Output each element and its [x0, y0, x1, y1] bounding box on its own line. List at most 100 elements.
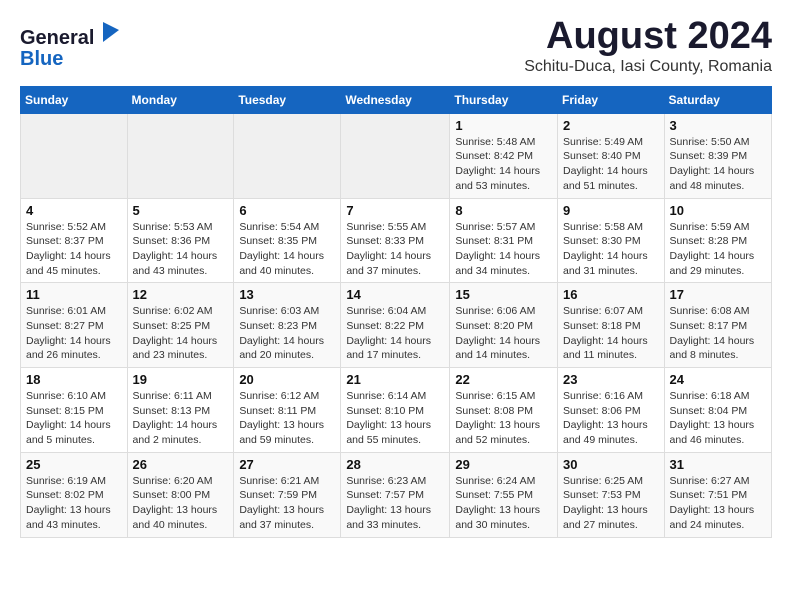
calendar-header-row: Sunday Monday Tuesday Wednesday Thursday…: [21, 86, 772, 113]
day-number: 29: [455, 457, 552, 472]
calendar-cell: [341, 113, 450, 198]
day-number: 31: [670, 457, 766, 472]
day-detail: Sunrise: 6:16 AM Sunset: 8:06 PM Dayligh…: [563, 389, 659, 448]
calendar-cell: 26Sunrise: 6:20 AM Sunset: 8:00 PM Dayli…: [127, 452, 234, 537]
calendar-cell: 6 Sunrise: 5:54 AM Sunset: 8:35 PM Daylig…: [234, 198, 341, 283]
calendar-cell: 1Sunrise: 5:48 AM Sunset: 8:42 PM Daylig…: [450, 113, 558, 198]
calendar-cell: 30 Sunrise: 6:25 AM Sunset: 7:53 PM Dayli…: [558, 452, 665, 537]
day-detail: Sunrise: 5:58 AM Sunset: 8:30 PM Dayligh…: [563, 220, 659, 279]
day-number: 3: [670, 118, 766, 133]
day-number: 17: [670, 287, 766, 302]
calendar-cell: 23Sunrise: 6:16 AM Sunset: 8:06 PM Dayli…: [558, 368, 665, 453]
day-detail: Sunrise: 6:10 AM Sunset: 8:15 PM Dayligh…: [26, 389, 122, 448]
header-monday: Monday: [127, 86, 234, 113]
calendar-table: Sunday Monday Tuesday Wednesday Thursday…: [20, 86, 772, 538]
calendar-cell: 29 Sunrise: 6:24 AM Sunset: 7:55 PM Dayli…: [450, 452, 558, 537]
calendar-cell: 8 Sunrise: 5:57 AM Sunset: 8:31 PM Daylig…: [450, 198, 558, 283]
day-number: 1: [455, 118, 552, 133]
calendar-cell: [127, 113, 234, 198]
day-detail: Sunrise: 6:14 AM Sunset: 8:10 PM Dayligh…: [346, 389, 444, 448]
logo-blue-text: Blue: [20, 49, 121, 69]
calendar-week-row: 18 Sunrise: 6:10 AM Sunset: 8:15 PM Dayli…: [21, 368, 772, 453]
day-detail: Sunrise: 5:50 AM Sunset: 8:39 PM Dayligh…: [670, 135, 766, 194]
day-number: 27: [239, 457, 335, 472]
calendar-cell: 18 Sunrise: 6:10 AM Sunset: 8:15 PM Dayli…: [21, 368, 128, 453]
calendar-week-row: 11 Sunrise: 6:01 AM Sunset: 8:27 PM Dayli…: [21, 283, 772, 368]
logo-general-text: General: [20, 27, 94, 49]
calendar-week-row: 4Sunrise: 5:52 AM Sunset: 8:37 PM Daylig…: [21, 198, 772, 283]
calendar-cell: 7 Sunrise: 5:55 AM Sunset: 8:33 PM Daylig…: [341, 198, 450, 283]
day-number: 14: [346, 287, 444, 302]
day-detail: Sunrise: 5:53 AM Sunset: 8:36 PM Dayligh…: [133, 220, 229, 279]
day-detail: Sunrise: 6:27 AM Sunset: 7:51 PM Dayligh…: [670, 474, 766, 533]
calendar-week-row: 1Sunrise: 5:48 AM Sunset: 8:42 PM Daylig…: [21, 113, 772, 198]
day-number: 15: [455, 287, 552, 302]
calendar-cell: 27 Sunrise: 6:21 AM Sunset: 7:59 PM Dayli…: [234, 452, 341, 537]
day-number: 18: [26, 372, 122, 387]
day-number: 19: [133, 372, 229, 387]
calendar-cell: 21 Sunrise: 6:14 AM Sunset: 8:10 PM Dayli…: [341, 368, 450, 453]
day-detail: Sunrise: 5:57 AM Sunset: 8:31 PM Dayligh…: [455, 220, 552, 279]
day-number: 2: [563, 118, 659, 133]
day-detail: Sunrise: 6:15 AM Sunset: 8:08 PM Dayligh…: [455, 389, 552, 448]
day-detail: Sunrise: 6:24 AM Sunset: 7:55 PM Dayligh…: [455, 474, 552, 533]
day-number: 6: [239, 203, 335, 218]
calendar-week-row: 25Sunrise: 6:19 AM Sunset: 8:02 PM Dayli…: [21, 452, 772, 537]
day-number: 22: [455, 372, 552, 387]
day-number: 30: [563, 457, 659, 472]
day-number: 25: [26, 457, 122, 472]
day-detail: Sunrise: 5:55 AM Sunset: 8:33 PM Dayligh…: [346, 220, 444, 279]
day-number: 4: [26, 203, 122, 218]
day-number: 5: [133, 203, 229, 218]
header-thursday: Thursday: [450, 86, 558, 113]
day-detail: Sunrise: 6:01 AM Sunset: 8:27 PM Dayligh…: [26, 304, 122, 363]
day-detail: Sunrise: 6:03 AM Sunset: 8:23 PM Dayligh…: [239, 304, 335, 363]
day-detail: Sunrise: 6:23 AM Sunset: 7:57 PM Dayligh…: [346, 474, 444, 533]
calendar-cell: 3 Sunrise: 5:50 AM Sunset: 8:39 PM Daylig…: [664, 113, 771, 198]
calendar-cell: 20Sunrise: 6:12 AM Sunset: 8:11 PM Dayli…: [234, 368, 341, 453]
calendar-cell: 10 Sunrise: 5:59 AM Sunset: 8:28 PM Dayli…: [664, 198, 771, 283]
day-detail: Sunrise: 6:02 AM Sunset: 8:25 PM Dayligh…: [133, 304, 229, 363]
calendar-cell: 13Sunrise: 6:03 AM Sunset: 8:23 PM Dayli…: [234, 283, 341, 368]
logo: General Blue: [20, 20, 121, 69]
calendar-cell: [21, 113, 128, 198]
day-detail: Sunrise: 5:54 AM Sunset: 8:35 PM Dayligh…: [239, 220, 335, 279]
day-detail: Sunrise: 6:20 AM Sunset: 8:00 PM Dayligh…: [133, 474, 229, 533]
day-detail: Sunrise: 6:06 AM Sunset: 8:20 PM Dayligh…: [455, 304, 552, 363]
day-number: 28: [346, 457, 444, 472]
day-number: 8: [455, 203, 552, 218]
day-number: 9: [563, 203, 659, 218]
day-detail: Sunrise: 6:12 AM Sunset: 8:11 PM Dayligh…: [239, 389, 335, 448]
title-block: August 2024 Schitu-Duca, Iasi County, Ro…: [524, 16, 772, 76]
calendar-cell: 4Sunrise: 5:52 AM Sunset: 8:37 PM Daylig…: [21, 198, 128, 283]
calendar-cell: 5 Sunrise: 5:53 AM Sunset: 8:36 PM Daylig…: [127, 198, 234, 283]
header-wednesday: Wednesday: [341, 86, 450, 113]
main-title: August 2024: [524, 16, 772, 58]
calendar-cell: 11 Sunrise: 6:01 AM Sunset: 8:27 PM Dayli…: [21, 283, 128, 368]
day-number: 10: [670, 203, 766, 218]
calendar-cell: 12 Sunrise: 6:02 AM Sunset: 8:25 PM Dayli…: [127, 283, 234, 368]
day-detail: Sunrise: 5:49 AM Sunset: 8:40 PM Dayligh…: [563, 135, 659, 194]
day-detail: Sunrise: 6:11 AM Sunset: 8:13 PM Dayligh…: [133, 389, 229, 448]
day-number: 16: [563, 287, 659, 302]
day-detail: Sunrise: 6:04 AM Sunset: 8:22 PM Dayligh…: [346, 304, 444, 363]
day-number: 24: [670, 372, 766, 387]
day-number: 7: [346, 203, 444, 218]
day-detail: Sunrise: 6:21 AM Sunset: 7:59 PM Dayligh…: [239, 474, 335, 533]
day-detail: Sunrise: 6:25 AM Sunset: 7:53 PM Dayligh…: [563, 474, 659, 533]
calendar-cell: 22 Sunrise: 6:15 AM Sunset: 8:08 PM Dayli…: [450, 368, 558, 453]
calendar-cell: 2 Sunrise: 5:49 AM Sunset: 8:40 PM Daylig…: [558, 113, 665, 198]
calendar-cell: 24Sunrise: 6:18 AM Sunset: 8:04 PM Dayli…: [664, 368, 771, 453]
header-sunday: Sunday: [21, 86, 128, 113]
day-detail: Sunrise: 5:59 AM Sunset: 8:28 PM Dayligh…: [670, 220, 766, 279]
day-number: 11: [26, 287, 122, 302]
header-tuesday: Tuesday: [234, 86, 341, 113]
day-number: 12: [133, 287, 229, 302]
day-detail: Sunrise: 6:08 AM Sunset: 8:17 PM Dayligh…: [670, 304, 766, 363]
subtitle: Schitu-Duca, Iasi County, Romania: [524, 58, 772, 76]
calendar-cell: 15 Sunrise: 6:06 AM Sunset: 8:20 PM Dayli…: [450, 283, 558, 368]
header-friday: Friday: [558, 86, 665, 113]
day-number: 21: [346, 372, 444, 387]
logo-flag-icon: [101, 20, 121, 44]
day-detail: Sunrise: 6:07 AM Sunset: 8:18 PM Dayligh…: [563, 304, 659, 363]
